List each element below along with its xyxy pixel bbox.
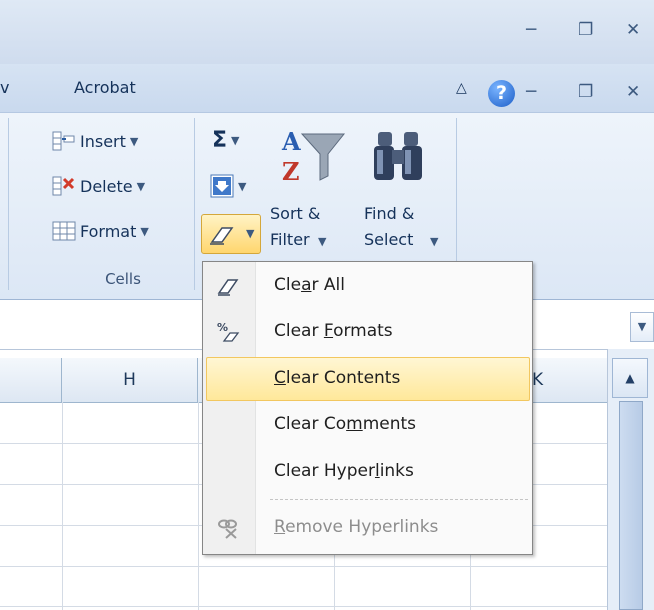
chevron-down-icon: ▼ [136,179,146,193]
chevron-down-icon: ▼ [430,235,439,248]
group-separator [194,118,195,290]
chevron-down-icon: ▼ [129,134,139,148]
menu-item-clear-contents[interactable]: Clear Contents [206,357,530,401]
svg-text:%: % [217,321,228,334]
doc-minimize-button[interactable]: ─ [526,82,536,102]
column-header-h[interactable]: H [62,358,198,402]
chevron-down-icon: ▼ [140,224,149,238]
minimize-ribbon-icon[interactable]: △ [456,80,467,96]
remove-link-icon [218,519,237,539]
column-k-label: K [532,370,544,390]
sigma-icon: Σ [212,128,228,153]
scroll-up-button[interactable]: ▲ [612,358,648,398]
fill-button[interactable]: ▼ [210,174,246,198]
find-select-label-2: Select [364,230,414,249]
cells-group-label: Cells [105,270,141,288]
menu-item-label: Clear Contents [274,368,401,388]
insert-label: Insert [80,131,126,151]
chevron-down-icon: ▼ [238,179,247,193]
menu-item-clear-comments[interactable]: Clear Comments [206,403,530,447]
format-cells-icon [52,221,76,241]
help-icon: ? [495,82,508,104]
grid-line [62,402,63,610]
menu-item-clear-hyperlinks[interactable]: Clear Hyperlinks [206,450,530,494]
grid-line [0,566,607,567]
menu-separator [270,499,528,500]
menu-item-label: Clear Comments [274,414,417,434]
app-minimize-button[interactable]: ─ [526,20,536,40]
fill-down-icon [210,174,234,198]
delete-cells-icon [52,176,75,196]
chevron-down-icon: ▼ [318,235,327,248]
menu-item-label: Clear Hyperlinks [274,461,414,481]
title-bar [0,0,654,64]
eraser-icon [217,279,239,296]
scroll-thumb[interactable] [619,401,643,610]
column-header[interactable] [0,358,62,402]
sort-filter-button[interactable]: A Z Sort & Filter ▼ [270,122,356,252]
find-select-label-1: Find & [364,204,415,223]
tab-acrobat[interactable]: Acrobat [74,78,136,97]
arrow-up-icon: ▲ [625,371,635,385]
delete-label: Delete [80,176,133,196]
chevron-down-icon: ▼ [231,134,240,147]
sort-az-funnel-icon: A Z [281,127,346,186]
insert-cells-icon [52,131,75,151]
chevron-down-icon: ▼ [246,227,255,240]
format-button[interactable]: Format ▼ [52,220,149,242]
menu-item-label: Clear Formats [274,321,393,341]
app-restore-button[interactable]: ❐ [578,20,593,40]
find-select-button[interactable]: Find & Select ▼ [362,122,446,252]
menu-item-label: Clear All [274,275,345,295]
excel-window: ─ ❐ ✕ v Acrobat △ ? ─ ❐ ✕ Insert ▼ Delet… [0,0,654,610]
group-separator [8,118,9,290]
delete-button[interactable]: Delete ▼ [52,175,145,197]
app-close-button[interactable]: ✕ [626,20,640,40]
chevron-down-icon: ▼ [637,320,647,333]
svg-text:Z: Z [282,157,300,186]
svg-text:A: A [281,127,301,156]
help-button[interactable]: ? [488,80,515,107]
doc-restore-button[interactable]: ❐ [578,82,593,102]
menu-item-label: Remove Hyperlinks [274,517,439,537]
menu-item-remove-hyperlinks[interactable]: Remove Hyperlinks [206,506,530,550]
tab-partial[interactable]: v [0,78,9,97]
sort-filter-label-2: Filter [270,230,310,249]
binoculars-icon [374,132,422,180]
grid-line [0,606,607,607]
menu-item-clear-formats[interactable]: % Clear Formats [206,310,530,354]
eraser-icon [210,227,234,245]
menu-item-clear-all[interactable]: Clear All [206,264,530,308]
format-label: Format [80,221,137,241]
sort-filter-label-1: Sort & [270,204,321,223]
insert-button[interactable]: Insert ▼ [52,130,138,152]
formula-bar-expand-button[interactable]: ▼ [630,312,654,342]
autosum-button[interactable]: Σ ▼ [212,128,240,153]
doc-close-button[interactable]: ✕ [626,82,640,102]
grid-line [198,402,199,610]
clear-formats-icon: % [217,321,240,342]
clear-button[interactable]: ▼ [201,214,261,254]
